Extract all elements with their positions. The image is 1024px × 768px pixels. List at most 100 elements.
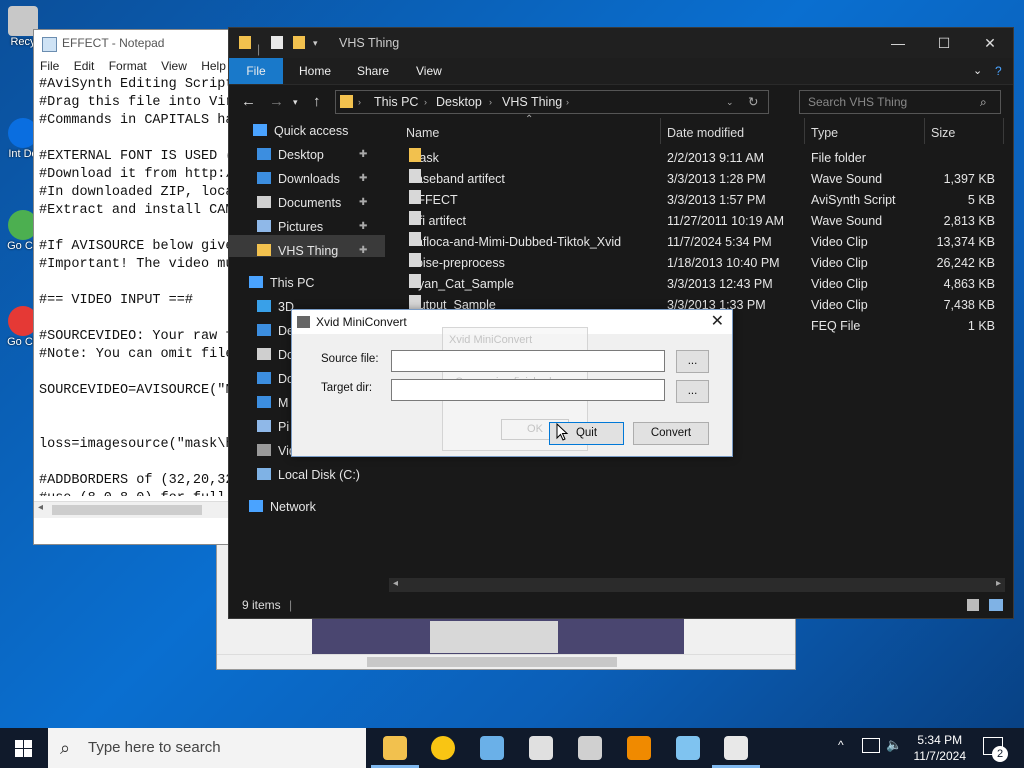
back-arrow-icon[interactable]: ←	[241, 93, 256, 110]
column-header-size[interactable]: Size	[931, 122, 955, 144]
column-divider[interactable]	[804, 118, 805, 144]
menu-view[interactable]: View	[161, 59, 187, 73]
sidebar-item-quick-access[interactable]: Quick access	[253, 120, 348, 142]
large-icons-view-icon[interactable]	[989, 599, 1003, 611]
breadcrumb-this-pc[interactable]: This PC	[374, 91, 418, 113]
column-header-name[interactable]: Name	[406, 122, 439, 144]
forward-arrow-icon[interactable]: →	[269, 93, 284, 110]
tab-share[interactable]: Share	[357, 58, 389, 84]
search-field[interactable]: Search VHS Thing ⌕	[799, 90, 1001, 114]
file-row[interactable]: Nyan_Cat_Sample 3/3/2013 12:43 PM Video Cl…	[387, 274, 1005, 295]
file-row[interactable]: noise-preprocess 1/18/2013 10:40 PM Video …	[387, 253, 1005, 274]
help-icon[interactable]: ?	[995, 58, 1002, 84]
volume-icon[interactable]: 🔈	[886, 737, 902, 753]
scrollbar-thumb[interactable]	[52, 505, 202, 515]
sidebar-item-3d[interactable]: 3D	[257, 296, 294, 318]
scrollbar-thumb[interactable]	[367, 657, 617, 667]
file-row[interactable]: baseband artifect 3/3/2013 1:28 PM Wave So…	[387, 169, 1005, 190]
search-icon[interactable]: ⌕	[980, 91, 987, 113]
7zip-icon[interactable]	[529, 736, 553, 760]
pin-icon[interactable]: ✚	[359, 240, 367, 262]
breadcrumb-desktop[interactable]: Desktop	[436, 91, 482, 113]
notepad-titlebar[interactable]: EFFECT - Notepad	[34, 30, 244, 56]
sidebar-item-documents[interactable]: Documents ✚	[257, 192, 367, 214]
menu-help[interactable]: Help	[201, 59, 226, 73]
notepad-text-area[interactable]: #AviSynth Editing Script #Drag this file …	[34, 76, 244, 496]
settings-gear-icon[interactable]	[578, 736, 602, 760]
sidebar-item-do[interactable]: Do	[257, 344, 294, 366]
new-folder-icon[interactable]	[293, 36, 305, 49]
minimize-icon[interactable]: —	[875, 28, 921, 58]
customize-quick-access-chevron-icon[interactable]: ▾	[313, 28, 318, 58]
network-icon[interactable]	[862, 738, 880, 753]
file-row[interactable]: mask 2/2/2013 9:11 AM File folder	[387, 148, 1005, 169]
clapperboard-icon[interactable]	[724, 736, 748, 760]
column-divider[interactable]	[660, 118, 661, 144]
taskbar-search-box[interactable]: ⌕ Type here to search	[48, 728, 366, 768]
address-bar[interactable]: › This PC › Desktop › VHS Thing › ⌄ ↻	[335, 90, 769, 114]
sidebar-item-this-pc[interactable]: This PC	[249, 272, 314, 294]
close-icon[interactable]: ✕	[967, 28, 1013, 58]
column-header-date-modified[interactable]: Date modified	[667, 122, 744, 144]
horizontal-scrollbar[interactable]	[217, 654, 795, 669]
tab-view[interactable]: View	[416, 58, 442, 84]
properties-icon[interactable]	[271, 36, 283, 49]
tab-file[interactable]: File	[229, 58, 283, 84]
close-icon[interactable]: ✕	[711, 310, 724, 334]
paint-icon[interactable]	[480, 736, 504, 760]
scroll-left-arrow-icon[interactable]: ◂	[393, 578, 398, 589]
sidebar-item-vhs-thing[interactable]: VHS Thing ✚	[257, 240, 367, 262]
file-explorer-icon[interactable]	[383, 736, 407, 760]
refresh-icon[interactable]: ↻	[748, 91, 758, 113]
pin-icon[interactable]: ✚	[359, 192, 367, 214]
chrome-icon[interactable]	[431, 736, 455, 760]
address-dropdown-chevron-icon[interactable]: ⌄	[726, 91, 734, 113]
source-file-input[interactable]	[391, 350, 665, 372]
convert-button[interactable]: Convert	[633, 422, 709, 445]
windows-start-icon[interactable]	[15, 740, 32, 757]
sidebar-item-network[interactable]: Network	[249, 496, 316, 518]
expand-ribbon-chevron-icon[interactable]: ⌄	[973, 58, 982, 84]
sidebar-item-pictures[interactable]: Pictures ✚	[257, 216, 367, 238]
notepad-horizontal-scrollbar[interactable]: ◂	[34, 501, 244, 518]
pin-icon[interactable]: ✚	[359, 216, 367, 238]
sidebar-item-downloads[interactable]: Downloads ✚	[257, 168, 367, 190]
browse-source-button[interactable]: ...	[676, 350, 709, 373]
browse-target-button[interactable]: ...	[676, 380, 709, 403]
xvid-miniconvert-dialog[interactable]: Xvid MiniConvert ✕ Xvid MiniConvert Conv…	[291, 309, 733, 457]
scroll-right-arrow-icon[interactable]: ▸	[996, 578, 1001, 589]
up-arrow-icon[interactable]: ↑	[313, 93, 321, 110]
column-header-type[interactable]: Type	[811, 122, 838, 144]
sidebar-item-do[interactable]: Do	[257, 368, 294, 390]
column-divider[interactable]	[924, 118, 925, 144]
sidebar-item-m[interactable]: M	[257, 392, 288, 414]
menu-edit[interactable]: Edit	[74, 59, 95, 73]
pin-icon[interactable]: ✚	[359, 168, 367, 190]
file-row[interactable]: Lafloca-and-Mimi-Dubbed-Tiktok_Xvid 11/7/…	[387, 232, 1005, 253]
sidebar-item-pi[interactable]: Pi	[257, 416, 289, 438]
target-dir-input[interactable]	[391, 379, 665, 401]
scroll-left-arrow-icon[interactable]: ◂	[38, 502, 43, 513]
recent-locations-chevron-icon[interactable]: ▾	[293, 97, 298, 108]
breadcrumb-vhs-thing[interactable]: VHS Thing	[502, 91, 562, 113]
file-row[interactable]: EFFECT 3/3/2013 1:57 PM AviSynth Script 5 K…	[387, 190, 1005, 211]
show-hidden-icons-chevron-icon[interactable]: ^	[838, 738, 844, 752]
pin-icon[interactable]: ✚	[359, 144, 367, 166]
vlc-icon[interactable]	[627, 736, 651, 760]
sidebar-item-desktop[interactable]: Desktop ✚	[257, 144, 367, 166]
notepad-menubar: File Edit Format View Help	[34, 56, 244, 76]
maximize-icon[interactable]: ☐	[921, 28, 967, 58]
menu-file[interactable]: File	[40, 59, 59, 73]
notepad-window[interactable]: EFFECT - Notepad File Edit Format View H…	[33, 29, 245, 545]
notepad-title: EFFECT - Notepad	[62, 36, 165, 50]
tab-home[interactable]: Home	[299, 58, 331, 84]
sidebar-item-de[interactable]: De	[257, 320, 294, 342]
sidebar-item-local-disk-c-[interactable]: Local Disk (C:)	[257, 464, 360, 486]
notepad-icon[interactable]	[676, 736, 700, 760]
menu-format[interactable]: Format	[109, 59, 147, 73]
explorer-titlebar[interactable]: | ▾ VHS Thing — ☐ ✕	[229, 28, 1013, 58]
clock[interactable]: 5:34 PM 11/7/2024	[914, 732, 967, 764]
file-row[interactable]: hifi artifect 11/27/2011 10:19 AM Wave Sou…	[387, 211, 1005, 232]
column-divider[interactable]	[1003, 118, 1004, 144]
details-view-icon[interactable]	[967, 599, 979, 611]
